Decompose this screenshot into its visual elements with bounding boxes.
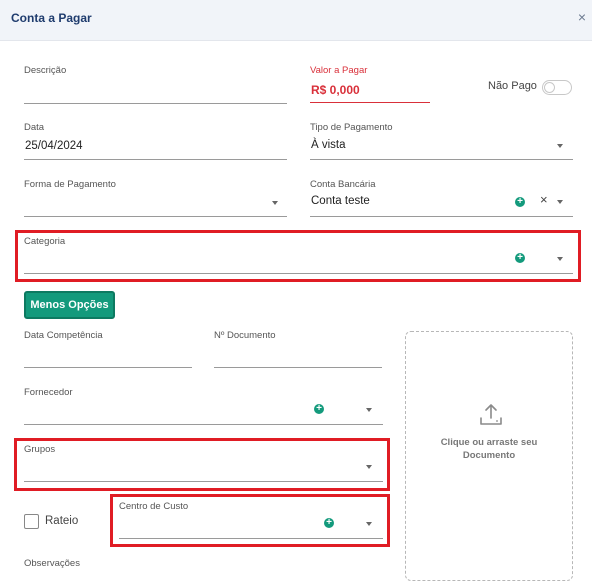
forma-pagamento-select[interactable] [24, 216, 287, 217]
chevron-down-icon[interactable] [366, 465, 372, 469]
fornecedor-select[interactable] [24, 424, 383, 425]
grupos-select[interactable] [24, 481, 383, 482]
valor-underline [310, 102, 430, 103]
descricao-label: Descrição [24, 65, 67, 76]
add-conta-icon[interactable]: + [515, 197, 525, 207]
clear-icon[interactable]: × [540, 192, 548, 207]
forma-pagamento-label: Forma de Pagamento [24, 179, 116, 190]
upload-icon [480, 404, 502, 425]
valor-input[interactable]: R$ 0,000 [311, 83, 360, 97]
nao-pago-toggle[interactable] [542, 80, 572, 95]
dialog-header: Conta a Pagar × [0, 0, 592, 41]
data-competencia-input[interactable] [24, 367, 192, 368]
conta-bancaria-select[interactable]: Conta teste [311, 195, 370, 207]
rateio-checkbox[interactable] [24, 514, 39, 529]
data-label: Data [24, 122, 45, 133]
conta-bancaria-underline [310, 216, 573, 217]
centro-custo-select[interactable] [119, 538, 383, 539]
conta-bancaria-label: Conta Bancária [310, 179, 376, 190]
n-documento-label: Nº Documento [214, 330, 276, 341]
chevron-down-icon[interactable] [557, 200, 563, 204]
data-underline [24, 159, 287, 160]
add-categoria-icon[interactable]: + [515, 253, 525, 263]
menos-opcoes-button[interactable]: Menos Opções [24, 291, 115, 319]
categoria-label: Categoria [24, 236, 66, 247]
chevron-down-icon[interactable] [557, 257, 563, 261]
upload-text: Clique ou arraste seu Documento [440, 437, 538, 461]
observacoes-label: Observações [24, 558, 80, 569]
data-competencia-label: Data Competência [24, 330, 103, 341]
chevron-down-icon[interactable] [366, 408, 372, 412]
toggle-knob [544, 82, 555, 93]
descricao-input[interactable] [24, 103, 287, 104]
categoria-select[interactable] [24, 273, 573, 274]
close-icon[interactable]: × [578, 9, 586, 25]
chevron-down-icon[interactable] [557, 144, 563, 148]
nao-pago-label: Não Pago [488, 80, 537, 92]
chevron-down-icon[interactable] [272, 201, 278, 205]
centro-custo-label: Centro de Custo [119, 501, 189, 512]
rateio-label: Rateio [45, 515, 79, 527]
tipo-pagamento-label: Tipo de Pagamento [310, 122, 393, 133]
upload-dropzone[interactable]: Clique ou arraste seu Documento [405, 331, 573, 581]
data-input[interactable]: 25/04/2024 [25, 140, 83, 152]
dialog-title: Conta a Pagar [11, 11, 92, 25]
add-fornecedor-icon[interactable]: + [314, 404, 324, 414]
grupos-highlight [14, 438, 390, 491]
fornecedor-label: Fornecedor [24, 387, 73, 398]
n-documento-input[interactable] [214, 367, 382, 368]
add-centro-custo-icon[interactable]: + [324, 518, 334, 528]
tipo-pagamento-underline [310, 159, 573, 160]
chevron-down-icon[interactable] [366, 522, 372, 526]
valor-label: Valor a Pagar [310, 65, 368, 76]
grupos-label: Grupos [24, 444, 56, 455]
tipo-pagamento-select[interactable]: À vista [311, 139, 346, 151]
categoria-highlight [15, 230, 581, 282]
